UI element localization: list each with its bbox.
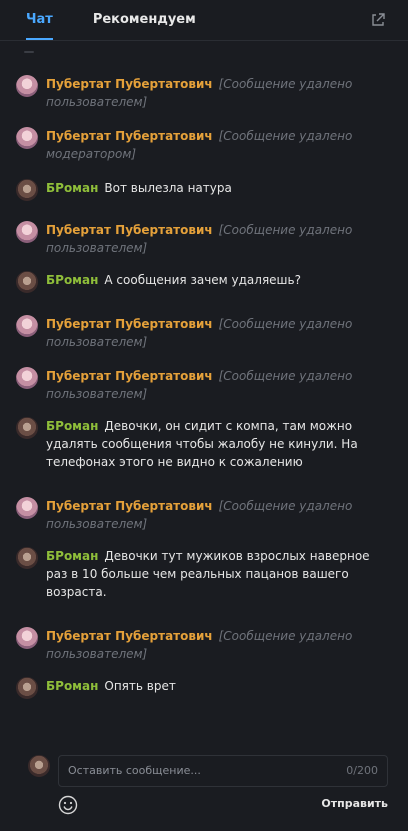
avatar[interactable] <box>16 315 38 337</box>
username[interactable]: Пубертат Пубертатович <box>46 317 213 331</box>
username[interactable]: БРоман <box>46 181 98 195</box>
chat-message: Пубертат Пубертатович [Сообщение удалено … <box>16 497 384 533</box>
scroll-indicator <box>24 51 34 53</box>
message-text: БРоман Опять врет <box>46 677 384 695</box>
avatar[interactable] <box>16 627 38 649</box>
username[interactable]: Пубертат Пубертатович <box>46 369 213 383</box>
message-text: Пубертат Пубертатович [Сообщение удалено … <box>46 367 384 403</box>
tab-recommend[interactable]: Рекомендуем <box>93 0 196 40</box>
username[interactable]: Пубертат Пубертатович <box>46 77 213 91</box>
chat-message: Пубертат Пубертатович [Сообщение удалено … <box>16 367 384 403</box>
message-text: Пубертат Пубертатович [Сообщение удалено … <box>46 221 384 257</box>
username[interactable]: БРоман <box>46 273 98 287</box>
tab-bar: Чат Рекомендуем <box>0 0 408 41</box>
message-text: Пубертат Пубертатович [Сообщение удалено … <box>46 497 384 533</box>
avatar[interactable] <box>16 127 38 149</box>
username[interactable]: БРоман <box>46 419 98 433</box>
chat-message: БРоман А сообщения зачем удаляешь? <box>16 271 384 293</box>
chat-message: БРоман Вот вылезла натура <box>16 179 384 201</box>
chat-message: Пубертат Пубертатович [Сообщение удалено … <box>16 627 384 663</box>
chat-message: БРоман Девочки, он сидит с компа, там мож… <box>16 417 384 471</box>
avatar[interactable] <box>16 417 38 439</box>
avatar <box>28 755 50 777</box>
chat-message: БРоман Опять врет <box>16 677 384 699</box>
avatar[interactable] <box>16 367 38 389</box>
chat-feed[interactable]: Пубертат Пубертатович [Сообщение удалено … <box>0 41 408 745</box>
avatar[interactable] <box>16 271 38 293</box>
username[interactable]: Пубертат Пубертатович <box>46 629 213 643</box>
avatar[interactable] <box>16 75 38 97</box>
char-counter: 0/200 <box>346 764 378 777</box>
message-text: Пубертат Пубертатович [Сообщение удалено … <box>46 627 384 663</box>
message-text: БРоман Девочки, он сидит с компа, там мож… <box>46 417 384 471</box>
message-body: Вот вылезла натура <box>104 181 232 195</box>
message-text: Пубертат Пубертатович [Сообщение удалено … <box>46 75 384 111</box>
tab-chat[interactable]: Чат <box>26 0 53 40</box>
avatar[interactable] <box>16 497 38 519</box>
avatar[interactable] <box>16 547 38 569</box>
chat-message: Пубертат Пубертатович [Сообщение удалено … <box>16 75 384 111</box>
username[interactable]: Пубертат Пубертатович <box>46 499 213 513</box>
username[interactable]: Пубертат Пубертатович <box>46 223 213 237</box>
external-link-icon[interactable] <box>370 12 386 28</box>
chat-message: БРоман Девочки тут мужиков взрослых навер… <box>16 547 384 601</box>
message-text: Пубертат Пубертатович [Сообщение удалено … <box>46 127 384 163</box>
message-body: Опять врет <box>104 679 176 693</box>
avatar[interactable] <box>16 221 38 243</box>
message-body: А сообщения зачем удаляешь? <box>104 273 301 287</box>
send-button[interactable]: Отправить <box>321 797 388 810</box>
message-text: БРоман Девочки тут мужиков взрослых навер… <box>46 547 384 601</box>
message-text: Пубертат Пубертатович [Сообщение удалено … <box>46 315 384 351</box>
avatar[interactable] <box>16 677 38 699</box>
composer: Оставить сообщение... 0/200 Отправить <box>0 745 408 831</box>
chat-message: Пубертат Пубертатович [Сообщение удалено … <box>16 127 384 163</box>
message-text: БРоман А сообщения зачем удаляешь? <box>46 271 384 289</box>
username[interactable]: БРоман <box>46 549 98 563</box>
chat-message: Пубертат Пубертатович [Сообщение удалено … <box>16 315 384 351</box>
username[interactable]: Пубертат Пубертатович <box>46 129 213 143</box>
avatar[interactable] <box>16 179 38 201</box>
message-placeholder: Оставить сообщение... <box>68 764 201 777</box>
message-text: БРоман Вот вылезла натура <box>46 179 384 197</box>
chat-message: Пубертат Пубертатович [Сообщение удалено … <box>16 221 384 257</box>
username[interactable]: БРоман <box>46 679 98 693</box>
message-input[interactable]: Оставить сообщение... 0/200 <box>58 755 388 787</box>
smiley-icon[interactable] <box>58 795 78 815</box>
